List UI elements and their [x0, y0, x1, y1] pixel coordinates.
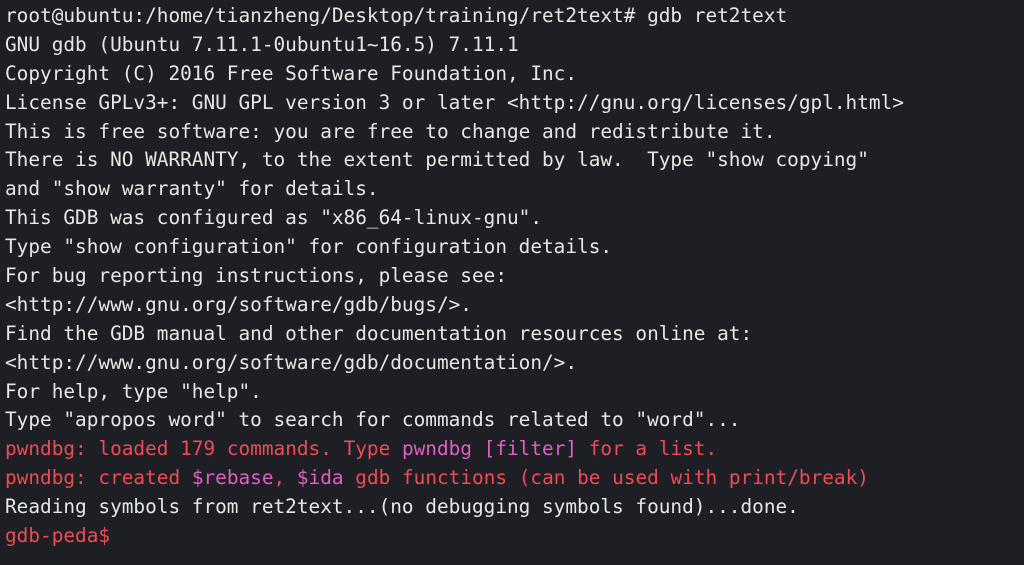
pwndbg-functions-line: pwndbg: created $rebase, $ida gdb functi…: [5, 464, 1024, 493]
output-text: This is free software: you are free to c…: [5, 119, 776, 143]
warranty-details-line: and "show warranty" for details.: [5, 175, 1024, 204]
gdb-version-line: GNU gdb (Ubuntu 7.11.1-0ubuntu1~16.5) 7.…: [5, 31, 1024, 60]
output-text: GNU gdb (Ubuntu 7.11.1-0ubuntu1~16.5) 7.…: [5, 32, 519, 56]
output-text: for a list.: [577, 437, 718, 461]
license-line: License GPLv3+: GNU GPL version 3 or lat…: [5, 89, 1024, 118]
output-text: <http://www.gnu.org/software/gdb/documen…: [5, 350, 578, 374]
gdb-peda-prompt: gdb-peda$: [5, 524, 111, 548]
documentation-url-line: <http://www.gnu.org/software/gdb/documen…: [5, 349, 1024, 378]
bug-reporting-line: For bug reporting instructions, please s…: [5, 262, 1024, 291]
output-text: There is NO WARRANTY, to the extent perm…: [5, 148, 869, 172]
apropos-line: Type "apropos word" to search for comman…: [5, 406, 1024, 435]
output-text: Reading symbols from ret2text...(no debu…: [5, 495, 799, 519]
shell-command-text: root@ubuntu:/home/tianzheng/Desktop/trai…: [5, 4, 788, 27]
gdb-prompt-line[interactable]: gdb-peda$: [5, 522, 1024, 551]
output-text: Type "show configuration" for configurat…: [5, 235, 613, 259]
output-text: For bug reporting instructions, please s…: [5, 264, 507, 288]
configuration-line: Type "show configuration" for configurat…: [5, 233, 1024, 262]
pwndbg-loaded-line: pwndbg: loaded 179 commands. Type pwndbg…: [5, 435, 1024, 464]
ida-function-highlight: $ida: [296, 466, 344, 490]
output-text: <http://www.gnu.org/software/gdb/bugs/>.: [5, 292, 472, 316]
terminal-window[interactable]: root@ubuntu:/home/tianzheng/Desktop/trai…: [0, 0, 1024, 565]
output-text: Type "apropos word" to search for comman…: [5, 408, 741, 432]
output-text: and "show warranty" for details.: [5, 177, 379, 201]
output-text: For help, type "help".: [5, 379, 262, 403]
copyright-line: Copyright (C) 2016 Free Software Foundat…: [5, 60, 1024, 89]
pwndbg-prefix: pwndbg:: [5, 437, 99, 461]
reading-symbols-line: Reading symbols from ret2text...(no debu…: [5, 493, 1024, 522]
output-text: created: [98, 466, 192, 490]
shell-prompt-line: root@ubuntu:/home/tianzheng/Desktop/trai…: [5, 2, 1024, 31]
output-text: License GPLv3+: GNU GPL version 3 or lat…: [5, 90, 904, 114]
output-text: This GDB was configured as "x86_64-linux…: [5, 206, 543, 230]
output-text: Copyright (C) 2016 Free Software Foundat…: [5, 61, 578, 85]
manual-line: Find the GDB manual and other documentat…: [5, 320, 1024, 349]
output-text: gdb functions (can be used with print/br…: [343, 466, 869, 490]
bugs-url-line: <http://www.gnu.org/software/gdb/bugs/>.: [5, 291, 1024, 320]
pwndbg-command-highlight: pwndbg [filter]: [401, 437, 578, 461]
pwndbg-prefix: pwndbg:: [5, 466, 99, 490]
help-line: For help, type "help".: [5, 378, 1024, 407]
output-text: ,: [273, 466, 297, 490]
configured-line: This GDB was configured as "x86_64-linux…: [5, 204, 1024, 233]
output-text: Find the GDB manual and other documentat…: [5, 321, 753, 345]
warranty-line: There is NO WARRANTY, to the extent perm…: [5, 146, 1024, 175]
rebase-function-highlight: $rebase: [191, 466, 274, 490]
output-text: loaded 179 commands. Type: [98, 437, 402, 461]
free-software-line: This is free software: you are free to c…: [5, 118, 1024, 147]
